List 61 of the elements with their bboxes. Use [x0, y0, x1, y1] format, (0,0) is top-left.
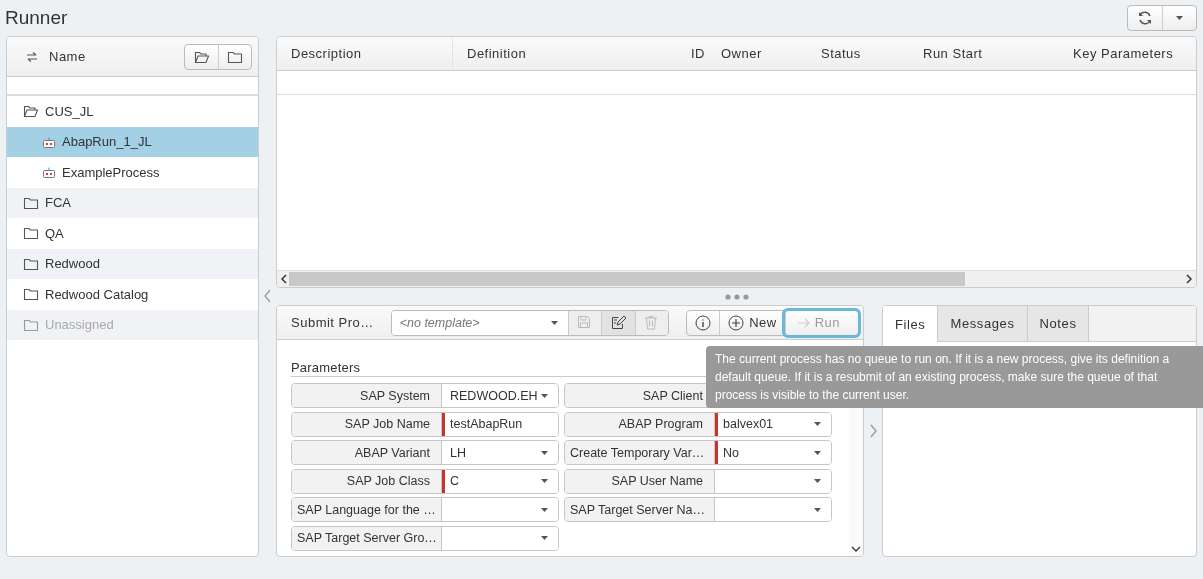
save-icon [577, 315, 593, 330]
scrollbar-thumb[interactable] [289, 272, 965, 286]
open-folder-icon [23, 104, 39, 119]
column-header[interactable]: Owner [711, 37, 811, 70]
folder-icon [23, 317, 39, 332]
tree-item[interactable]: ExampleProcess [7, 157, 258, 188]
tree-item[interactable]: QA [7, 218, 258, 249]
folder-icon [23, 256, 39, 271]
edit-icon [610, 315, 626, 330]
tree-item[interactable]: Redwood Catalog [7, 279, 258, 310]
caret-icon [814, 422, 821, 427]
scroll-right-icon[interactable] [1186, 274, 1192, 284]
info-icon [695, 314, 712, 331]
folder-icon [227, 49, 243, 64]
open-folder-icon [193, 49, 210, 64]
plus-icon [728, 314, 745, 331]
column-header[interactable]: Run Start [913, 37, 1063, 70]
caret-icon [814, 450, 821, 455]
field-label: Create Temporary Var… [565, 441, 715, 465]
folder-icon [23, 226, 39, 241]
column-header[interactable]: Key Parameters [1063, 37, 1196, 70]
robot-icon [42, 166, 56, 179]
tree-item[interactable]: CUS_JL [7, 96, 258, 127]
input-field[interactable]: testAbapRun [442, 412, 558, 436]
collapse-chevron-icon[interactable] [263, 289, 272, 303]
scroll-down-icon[interactable] [851, 546, 861, 552]
folder-icon [23, 287, 39, 302]
field-label: ABAP Program [565, 412, 715, 436]
refresh-icon [1137, 10, 1153, 26]
dropdown-field[interactable]: No [715, 441, 831, 465]
expand-chevron-icon[interactable] [869, 424, 877, 438]
dropdown-field[interactable]: C [442, 469, 558, 493]
tree-item[interactable]: AbapRun_1_JL [7, 126, 258, 157]
tab[interactable]: Files [883, 306, 939, 342]
window-title: Runner [5, 7, 68, 29]
splitter-handle-icon[interactable] [724, 293, 749, 300]
robot-icon [42, 135, 56, 148]
column-header[interactable]: ID [681, 37, 711, 70]
dropdown-field[interactable]: balvex01 [715, 412, 831, 436]
sort-arrows-icon [27, 51, 37, 62]
field-label: SAP Job Class [292, 469, 442, 493]
caret-icon [541, 479, 548, 484]
new-button[interactable]: New [719, 310, 785, 335]
tooltip: The current process has no queue to run on. If it is a new process, give its definition a default queue. If it is a resubmit of an existing process, make sure the queue of that process is visible to the current user. [706, 346, 1203, 408]
tab[interactable]: Messages [938, 306, 1028, 341]
caret-icon [1176, 16, 1183, 20]
tree-item[interactable]: Redwood [7, 248, 258, 279]
edit-template-button[interactable] [601, 310, 635, 335]
tree-item[interactable]: FCA [7, 187, 258, 218]
arrow-right-icon [797, 317, 810, 328]
delete-icon [644, 315, 660, 330]
column-header[interactable]: Name [49, 49, 172, 64]
field-label: SAP Job Name [292, 412, 442, 436]
column-header[interactable]: Definition [453, 37, 681, 70]
tab[interactable]: Notes [1027, 306, 1090, 341]
caret-icon [550, 320, 558, 325]
panel-title: Submit Pro… [291, 315, 375, 330]
scroll-left-icon[interactable] [281, 274, 287, 284]
folder-icon [23, 195, 39, 210]
column-header[interactable]: Status [811, 37, 913, 70]
column-header[interactable]: Description [277, 37, 453, 70]
